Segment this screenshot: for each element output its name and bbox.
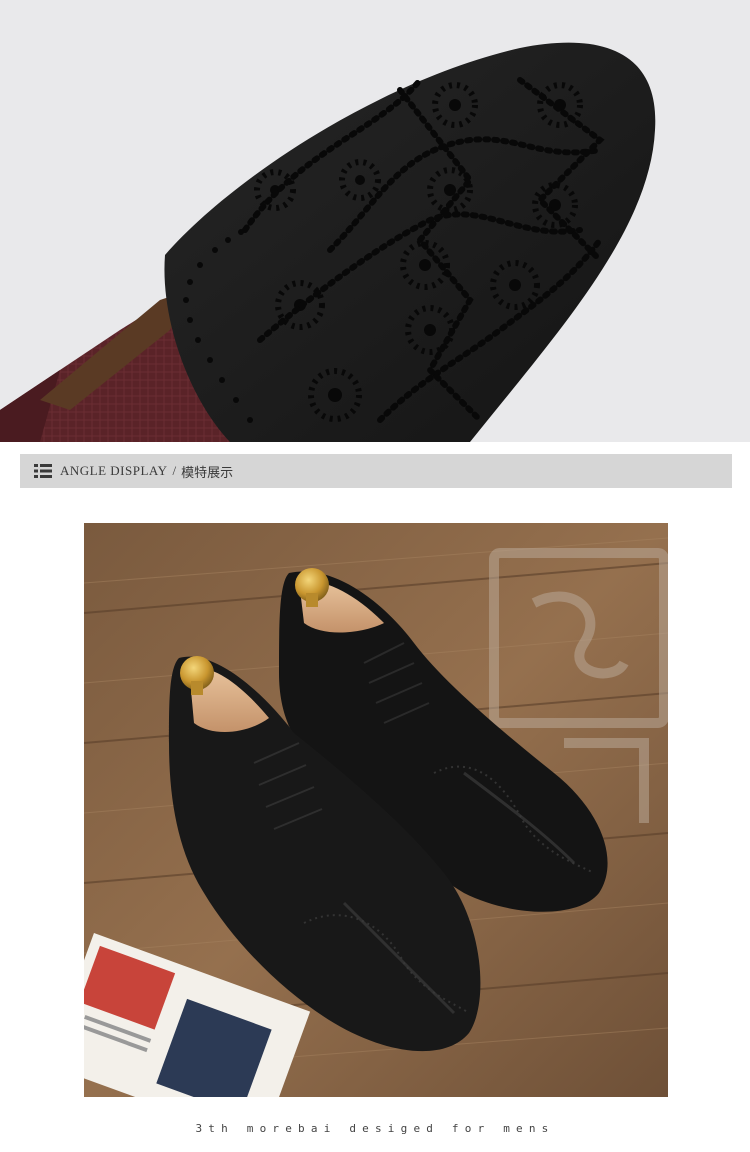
sole-photo (0, 0, 750, 442)
tagline: 3th morebai desiged for mens (195, 1122, 555, 1135)
section-title: ANGLE DISPLAY (60, 463, 168, 478)
menu-icon (34, 464, 52, 478)
shoes-photo (84, 523, 668, 1097)
section-title-cn: 模特展示 (181, 465, 234, 481)
section-header: ANGLE DISPLAY / 模特展示 (20, 454, 732, 488)
section-separator: / (172, 463, 177, 478)
